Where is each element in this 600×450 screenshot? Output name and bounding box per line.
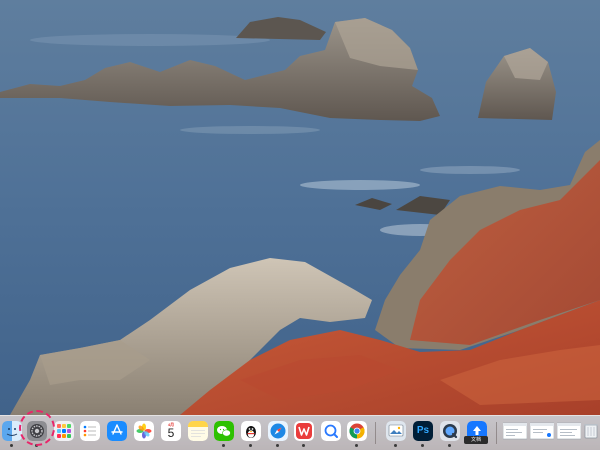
photoshop-label: Ps bbox=[416, 425, 430, 436]
wps-running-indicator bbox=[302, 444, 305, 447]
finder-icon[interactable] bbox=[2, 421, 22, 441]
wechat-running-indicator bbox=[222, 444, 225, 447]
preview-icon[interactable] bbox=[386, 421, 406, 441]
photoshop-icon[interactable]: Ps bbox=[413, 421, 433, 441]
app-store-icon[interactable] bbox=[107, 421, 127, 441]
dock: 4月 5 Ps bbox=[0, 415, 600, 450]
preview-running-indicator bbox=[394, 444, 397, 447]
photoshop-running-indicator bbox=[421, 444, 424, 447]
quicktime-icon[interactable] bbox=[440, 421, 460, 441]
safari-running-indicator bbox=[276, 444, 279, 447]
window-thumbnail-icon[interactable] bbox=[557, 421, 581, 441]
trash-icon[interactable] bbox=[584, 421, 598, 441]
wps-icon[interactable] bbox=[294, 421, 314, 441]
calendar-icon[interactable]: 4月 5 bbox=[161, 421, 181, 441]
photos-icon[interactable] bbox=[134, 421, 154, 441]
window-thumbnail-icon[interactable] bbox=[503, 421, 527, 441]
desktop-wallpaper bbox=[0, 0, 600, 450]
quicktime-running-indicator bbox=[448, 444, 451, 447]
qq-running-indicator bbox=[249, 444, 252, 447]
reminders-icon[interactable] bbox=[80, 421, 100, 441]
chrome-icon[interactable] bbox=[347, 421, 367, 441]
calendar-day-label: 5 bbox=[167, 426, 175, 440]
finder-running-indicator bbox=[10, 444, 13, 447]
dock-separator bbox=[375, 422, 376, 444]
window-thumbnail-icon[interactable] bbox=[530, 421, 554, 441]
penguin-icon[interactable] bbox=[241, 421, 261, 441]
search-magnifier-icon[interactable] bbox=[321, 421, 341, 441]
gear-icon[interactable] bbox=[27, 421, 47, 441]
notes-icon[interactable] bbox=[188, 421, 208, 441]
dock-separator bbox=[496, 422, 497, 444]
system-preferences-running-indicator bbox=[35, 444, 38, 447]
compass-icon[interactable] bbox=[268, 421, 288, 441]
chrome-running-indicator bbox=[355, 444, 358, 447]
wechat-icon[interactable] bbox=[214, 421, 234, 441]
upload-app-tooltip: 文档 bbox=[464, 436, 488, 444]
launchpad-icon[interactable] bbox=[54, 421, 74, 441]
